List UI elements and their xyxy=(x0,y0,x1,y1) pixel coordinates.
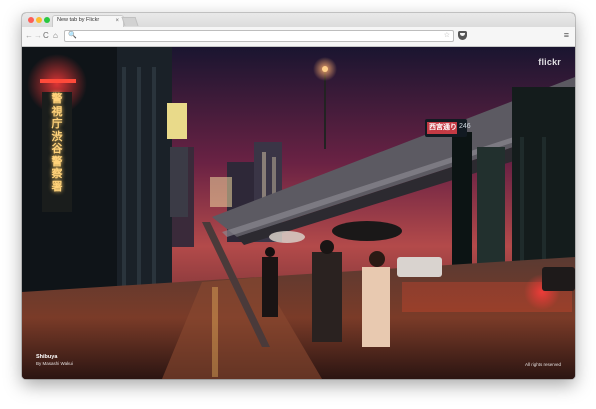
tab-new-tab[interactable]: New tab by Flickr × xyxy=(52,15,124,27)
rights-notice: All rights reserved xyxy=(524,362,561,367)
address-bar[interactable]: 🔍 ☆ xyxy=(64,30,454,42)
tab-close-icon[interactable]: × xyxy=(115,17,119,25)
flickr-logo[interactable]: flickr xyxy=(538,57,561,67)
search-icon: 🔍 xyxy=(68,32,77,39)
bookmark-star-icon[interactable]: ☆ xyxy=(444,31,450,41)
reload-icon[interactable]: C xyxy=(43,31,49,41)
browser-window: New tab by Flickr × ← → C ⌂ 🔍 ☆ ≡ 警 視 庁 … xyxy=(22,13,575,379)
pocket-extension-icon[interactable] xyxy=(458,31,467,40)
browser-toolbar: ← → C ⌂ 🔍 ☆ ≡ xyxy=(22,27,575,47)
zoom-window-icon[interactable] xyxy=(44,17,50,23)
sign-char: 谷 xyxy=(51,143,63,155)
sign-char: 視 xyxy=(51,105,63,118)
tab-title: New tab by Flickr xyxy=(57,17,100,23)
home-icon[interactable]: ⌂ xyxy=(53,31,58,41)
new-tab-button[interactable] xyxy=(121,17,139,26)
sign-char: 庁 xyxy=(51,118,63,130)
sign-char: 警 xyxy=(51,93,63,105)
new-tab-page: 警 視 庁 渋 谷 警 察 署 西宮通り 246 flickr Shibuya … xyxy=(22,47,575,379)
sign-char: 署 xyxy=(51,180,63,193)
street-sign-label: 西宮通り xyxy=(429,124,457,131)
back-icon[interactable]: ← xyxy=(25,31,33,41)
forward-icon[interactable]: → xyxy=(34,31,42,41)
minimize-window-icon[interactable] xyxy=(36,17,42,23)
photo-credit[interactable]: By Masashi Wakui xyxy=(36,361,73,367)
sign-char: 渋 xyxy=(51,130,63,143)
photo-caption[interactable]: Shibuya By Masashi Wakui xyxy=(36,354,73,367)
route-sign-label: 246 xyxy=(459,123,471,130)
tab-strip: New tab by Flickr × xyxy=(22,13,575,27)
background-photo xyxy=(22,47,575,379)
close-window-icon[interactable] xyxy=(28,17,34,23)
sign-char: 警 xyxy=(51,155,63,168)
menu-icon[interactable]: ≡ xyxy=(564,30,569,41)
police-station-sign: 警 視 庁 渋 谷 警 察 署 xyxy=(42,93,72,193)
sign-char: 察 xyxy=(51,168,63,180)
photo-title[interactable]: Shibuya xyxy=(36,354,73,361)
